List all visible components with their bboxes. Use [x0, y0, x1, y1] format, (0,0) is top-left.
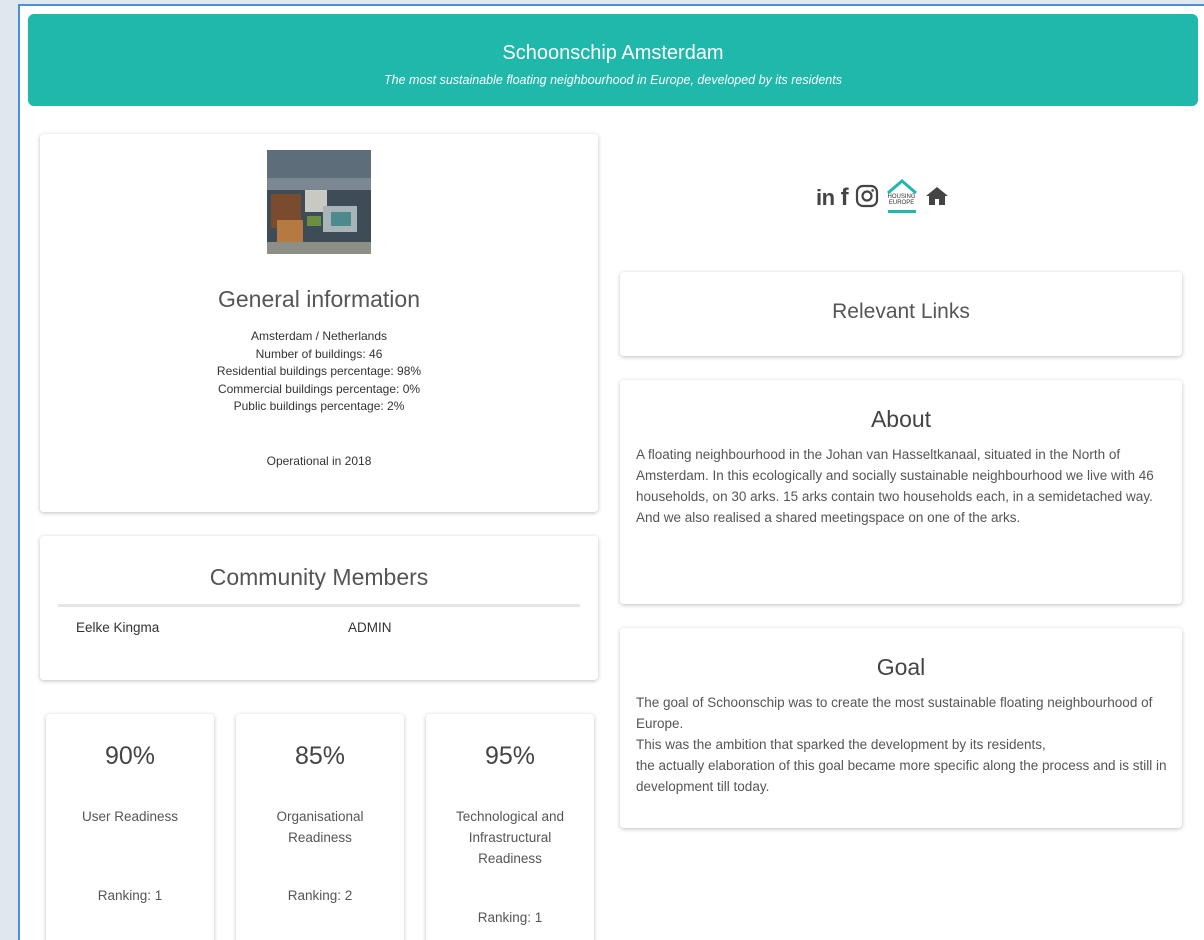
social-links: in f HOUSING EUROPE [816, 178, 949, 218]
technological-readiness-card: 95% Technological and Infrastructural Re… [426, 714, 594, 940]
readiness-label: User Readiness [81, 809, 179, 824]
user-readiness-card: 90% User Readiness Ranking: 1 [46, 714, 214, 940]
about-heading: About [870, 406, 932, 432]
general-information-heading: General information [218, 286, 420, 312]
linkedin-icon[interactable]: in [816, 185, 835, 211]
page-title: Schoonschip Amsterdam [502, 42, 724, 64]
housing-europe-bar [887, 210, 916, 213]
readiness-label: Technological and Infrastructural Readin… [455, 809, 565, 866]
divider [58, 604, 580, 607]
residential-percentage: Residential buildings percentage: 98% [216, 364, 422, 378]
page-header: Schoonschip Amsterdam The most sustainab… [28, 14, 1198, 106]
housing-europe-text: HOUSING EUROPE [885, 194, 919, 206]
page-frame: Schoonschip Amsterdam The most sustainab… [18, 4, 1204, 940]
relevant-links-heading[interactable]: Relevant Links [620, 300, 1182, 324]
goal-text: The goal of Schoonschip was to create th… [636, 692, 1168, 797]
facebook-icon[interactable]: f [841, 184, 849, 212]
goal-line-3: the actually elaboration of this goal be… [636, 758, 1167, 794]
goal-line-1: The goal of Schoonschip was to create th… [636, 695, 1153, 731]
about-text: A floating neighbourhood in the Johan va… [636, 447, 1154, 525]
goal-card: Goal The goal of Schoonschip was to crea… [620, 628, 1182, 828]
readiness-percent: 85% [294, 742, 346, 770]
readiness-percent: 90% [104, 742, 156, 770]
buildings-count: Number of buildings: 46 [255, 346, 383, 361]
location-text: Amsterdam / Netherlands [250, 329, 388, 343]
general-information-card: General information Amsterdam / Netherla… [40, 134, 598, 512]
readiness-label: Organisational Readiness [276, 809, 364, 845]
relevant-links-card: Relevant Links [620, 272, 1182, 356]
home-icon[interactable] [925, 185, 949, 212]
member-name[interactable]: Eelke Kingma [76, 620, 159, 635]
readiness-ranking: Ranking: 1 [477, 910, 543, 925]
readiness-ranking: Ranking: 2 [287, 888, 353, 903]
general-information-list: Amsterdam / Netherlands Number of buildi… [40, 328, 598, 416]
project-photo[interactable] [267, 150, 371, 254]
page-subtitle: The most sustainable floating neighbourh… [384, 73, 842, 87]
member-role: ADMIN [348, 620, 392, 635]
readiness-ranking: Ranking: 1 [97, 888, 163, 903]
goal-heading: Goal [876, 654, 926, 680]
housing-europe-logo[interactable]: HOUSING EUROPE [885, 178, 919, 218]
operational-year: Operational in 2018 [266, 454, 372, 468]
commercial-percentage: Commercial buildings percentage: 0% [217, 381, 421, 396]
instagram-icon[interactable] [855, 184, 879, 213]
readiness-percent: 95% [484, 742, 536, 770]
about-card: About A floating neighbourhood in the Jo… [620, 380, 1182, 604]
organisational-readiness-card: 85% Organisational Readiness Ranking: 2 [236, 714, 404, 940]
housing-europe-line2: EUROPE [888, 200, 915, 206]
community-members-heading: Community Members [209, 564, 429, 590]
public-percentage: Public buildings percentage: 2% [233, 399, 405, 413]
community-members-card: Community Members Eelke Kingma ADMIN [40, 536, 598, 680]
goal-line-2: This was the ambition that sparked the d… [636, 737, 1046, 752]
